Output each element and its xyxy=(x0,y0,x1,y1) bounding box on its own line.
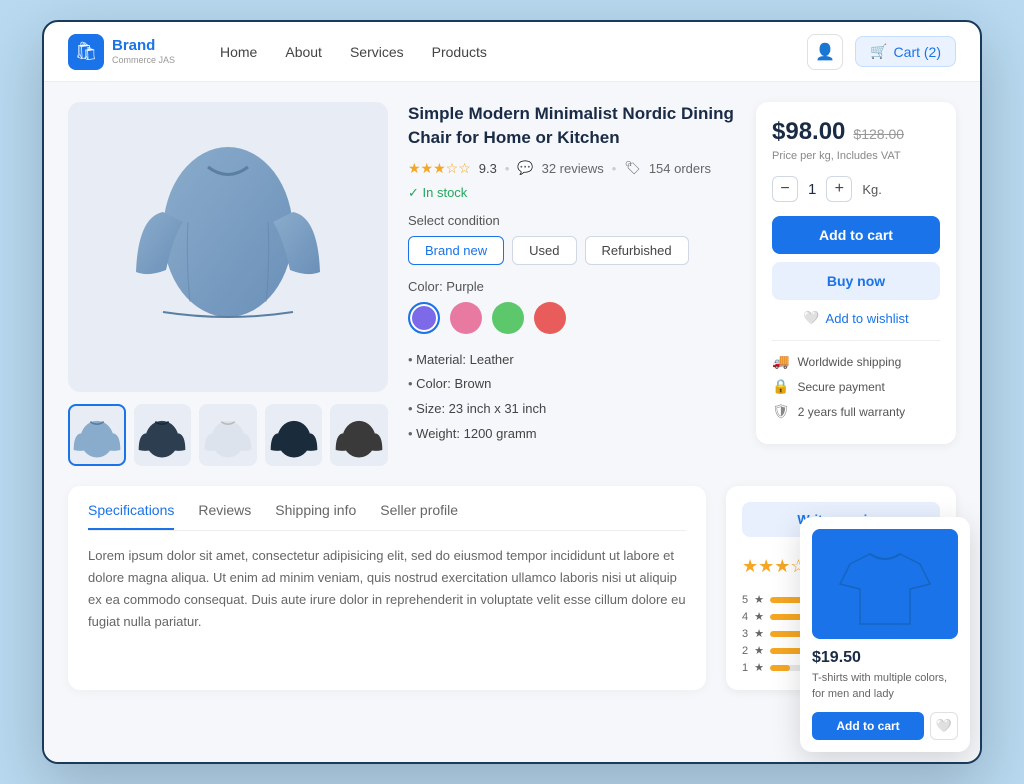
product-section: Simple Modern Minimalist Nordic Dining C… xyxy=(68,102,956,466)
wishlist-label: Add to wishlist xyxy=(826,311,909,326)
shipping-worldwide: 🚚 Worldwide shipping xyxy=(772,353,940,370)
main-content: Simple Modern Minimalist Nordic Dining C… xyxy=(44,82,980,762)
color-label: Color: Purple xyxy=(408,279,736,294)
order-count: 154 orders xyxy=(649,161,711,176)
stock-status: In stock xyxy=(408,185,736,201)
tab-shipping[interactable]: Shipping info xyxy=(275,502,356,530)
shipping-warranty: 🛡 2 years full warranty xyxy=(772,403,940,420)
card-price: $19.50 xyxy=(812,649,958,667)
nav-about[interactable]: About xyxy=(285,44,322,60)
heart-icon: 🤍 xyxy=(803,310,819,326)
feature-color: Color: Brown xyxy=(408,372,736,397)
rating-number: 9.3 xyxy=(479,161,497,176)
thumbnail-3[interactable] xyxy=(199,404,257,466)
product-card-floating: $19.50 T-shirts with multiple colors, fo… xyxy=(800,517,970,752)
tab-specifications[interactable]: Specifications xyxy=(88,502,174,530)
price-row: $98.00 $128.00 xyxy=(772,118,940,146)
condition-refurbished[interactable]: Refurbished xyxy=(585,236,689,265)
price-note: Price per kg, Includes VAT xyxy=(772,150,940,162)
buy-now-button[interactable]: Buy now xyxy=(772,262,940,300)
user-button[interactable]: 👤 xyxy=(807,34,843,70)
price-panel: $98.00 $128.00 Price per kg, Includes VA… xyxy=(756,102,956,444)
price-current: $98.00 xyxy=(772,118,845,146)
nav-actions: 👤 🛒 Cart (2) xyxy=(807,34,956,70)
card-wishlist-button[interactable]: 🤍 xyxy=(930,712,958,740)
tab-content: Lorem ipsum dolor sit amet, consectetur … xyxy=(88,545,686,633)
swatch-pink[interactable] xyxy=(450,302,482,334)
feature-material: Material: Leather xyxy=(408,348,736,373)
stars: ★★★☆☆ xyxy=(408,160,471,177)
review-count: 32 reviews xyxy=(542,161,604,176)
brand-logo[interactable]: 🛍 Brand Commerce JAS xyxy=(68,34,188,70)
main-product-image xyxy=(68,102,388,392)
tabs: Specifications Reviews Shipping info Sel… xyxy=(88,502,686,531)
card-product-image xyxy=(812,529,958,639)
tab-reviews[interactable]: Reviews xyxy=(198,502,251,530)
shield-icon: 🛡 xyxy=(772,403,790,420)
review-icon: 💬 xyxy=(517,160,533,176)
quantity-row: − 1 + Kg. xyxy=(772,176,940,202)
brand-name: Brand xyxy=(112,38,175,55)
star-icon: ★ xyxy=(754,610,764,623)
card-add-to-cart[interactable]: Add to cart xyxy=(812,712,924,740)
thumbnail-1[interactable] xyxy=(68,404,126,466)
swatch-red[interactable] xyxy=(534,302,566,334)
navbar: 🛍 Brand Commerce JAS Home About Services… xyxy=(44,22,980,82)
qty-increase[interactable]: + xyxy=(826,176,852,202)
tabs-section: Specifications Reviews Shipping info Sel… xyxy=(68,486,706,690)
thumbnail-row xyxy=(68,404,388,466)
condition-buttons: Brand new Used Refurbished xyxy=(408,236,736,265)
feature-weight: Weight: 1200 gramm xyxy=(408,422,736,447)
qty-value: 1 xyxy=(808,181,816,198)
card-actions: Add to cart 🤍 xyxy=(812,712,958,740)
tab-seller[interactable]: Seller profile xyxy=(380,502,458,530)
star-icon: ★ xyxy=(754,661,764,674)
price-old: $128.00 xyxy=(853,126,904,142)
product-info: Simple Modern Minimalist Nordic Dining C… xyxy=(408,102,736,466)
swatch-green[interactable] xyxy=(492,302,524,334)
swatch-purple[interactable] xyxy=(408,302,440,334)
feature-size: Size: 23 inch x 31 inch xyxy=(408,397,736,422)
qty-unit: Kg. xyxy=(862,182,882,197)
cart-label: Cart (2) xyxy=(894,44,941,60)
product-images xyxy=(68,102,388,466)
star-icon: ★ xyxy=(754,644,764,657)
qty-decrease[interactable]: − xyxy=(772,176,798,202)
add-to-wishlist-button[interactable]: 🤍 Add to wishlist xyxy=(772,310,940,326)
thumbnail-5[interactable] xyxy=(330,404,388,466)
thumbnail-4[interactable] xyxy=(265,404,323,466)
product-title: Simple Modern Minimalist Nordic Dining C… xyxy=(408,102,736,150)
brand-icon: 🛍 xyxy=(68,34,104,70)
shipping-secure: 🔒 Secure payment xyxy=(772,378,940,395)
product-features: Material: Leather Color: Brown Size: 23 … xyxy=(408,348,736,447)
condition-used[interactable]: Used xyxy=(512,236,576,265)
color-swatches xyxy=(408,302,736,334)
add-to-cart-button[interactable]: Add to cart xyxy=(772,216,940,254)
nav-links: Home About Services Products xyxy=(220,44,775,60)
shipping-features: 🚚 Worldwide shipping 🔒 Secure payment 🛡 … xyxy=(772,340,940,420)
shipping-icon: 🚚 xyxy=(772,353,789,370)
card-desc: T-shirts with multiple colors, for men a… xyxy=(812,671,958,702)
star-icon: ★ xyxy=(754,593,764,606)
brand-sub: Commerce JAS xyxy=(112,55,175,65)
nav-products[interactable]: Products xyxy=(432,44,487,60)
condition-brand-new[interactable]: Brand new xyxy=(408,236,504,265)
lock-icon: 🔒 xyxy=(772,378,789,395)
thumbnail-2[interactable] xyxy=(134,404,192,466)
nav-services[interactable]: Services xyxy=(350,44,404,60)
product-meta: ★★★☆☆ 9.3 • 💬 32 reviews • 🏷 154 orders xyxy=(408,160,736,177)
orders-icon: 🏷 xyxy=(624,160,641,176)
cart-icon: 🛒 xyxy=(870,43,887,60)
cart-button[interactable]: 🛒 Cart (2) xyxy=(855,36,956,67)
star-icon: ★ xyxy=(754,627,764,640)
condition-label: Select condition xyxy=(408,213,736,228)
bar-fill-1 xyxy=(770,665,790,671)
nav-home[interactable]: Home xyxy=(220,44,257,60)
